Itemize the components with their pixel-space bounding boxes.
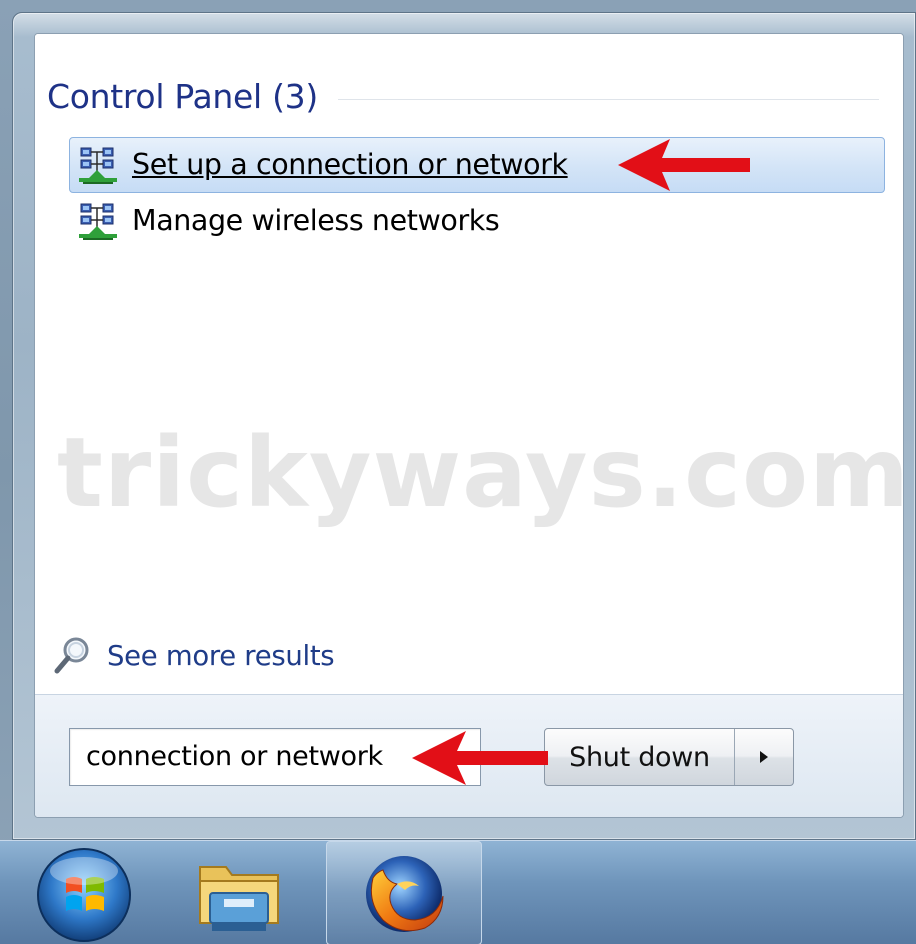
search-results-pane: Control Panel (3) Set up a connection or… (35, 34, 903, 694)
shutdown-button[interactable]: Shut down (545, 729, 735, 785)
section-title[interactable]: Control Panel (3) (47, 77, 318, 116)
magnifier-icon (54, 637, 89, 674)
result-label: Set up a connection or network (132, 148, 568, 181)
start-menu: Control Panel (3) Set up a connection or… (34, 33, 904, 818)
shutdown-button-group: Shut down (544, 728, 794, 786)
search-input-value: connection or network (86, 741, 383, 772)
result-item-manage-wireless[interactable]: Manage wireless networks (69, 193, 885, 249)
start-orb-icon[interactable] (32, 845, 136, 944)
see-more-results-link[interactable]: See more results (53, 634, 335, 678)
network-icon (79, 203, 117, 240)
annotation-arrow-icon (412, 731, 548, 785)
annotation-arrow-icon (618, 139, 750, 191)
windows-explorer-icon[interactable] (192, 853, 286, 937)
taskbar-item-firefox[interactable] (326, 841, 482, 944)
firefox-icon (366, 856, 444, 932)
section-divider (337, 98, 879, 100)
result-label: Manage wireless networks (132, 204, 500, 237)
shutdown-options-button[interactable] (735, 729, 793, 785)
network-icon (79, 147, 117, 184)
chevron-right-icon (760, 751, 768, 763)
taskbar (0, 840, 916, 944)
result-item-setup-connection[interactable]: Set up a connection or network (69, 137, 885, 193)
section-header-control-panel: Control Panel (3) (47, 76, 879, 116)
see-more-label: See more results (107, 640, 335, 672)
watermark: trickyways.com (57, 417, 904, 529)
